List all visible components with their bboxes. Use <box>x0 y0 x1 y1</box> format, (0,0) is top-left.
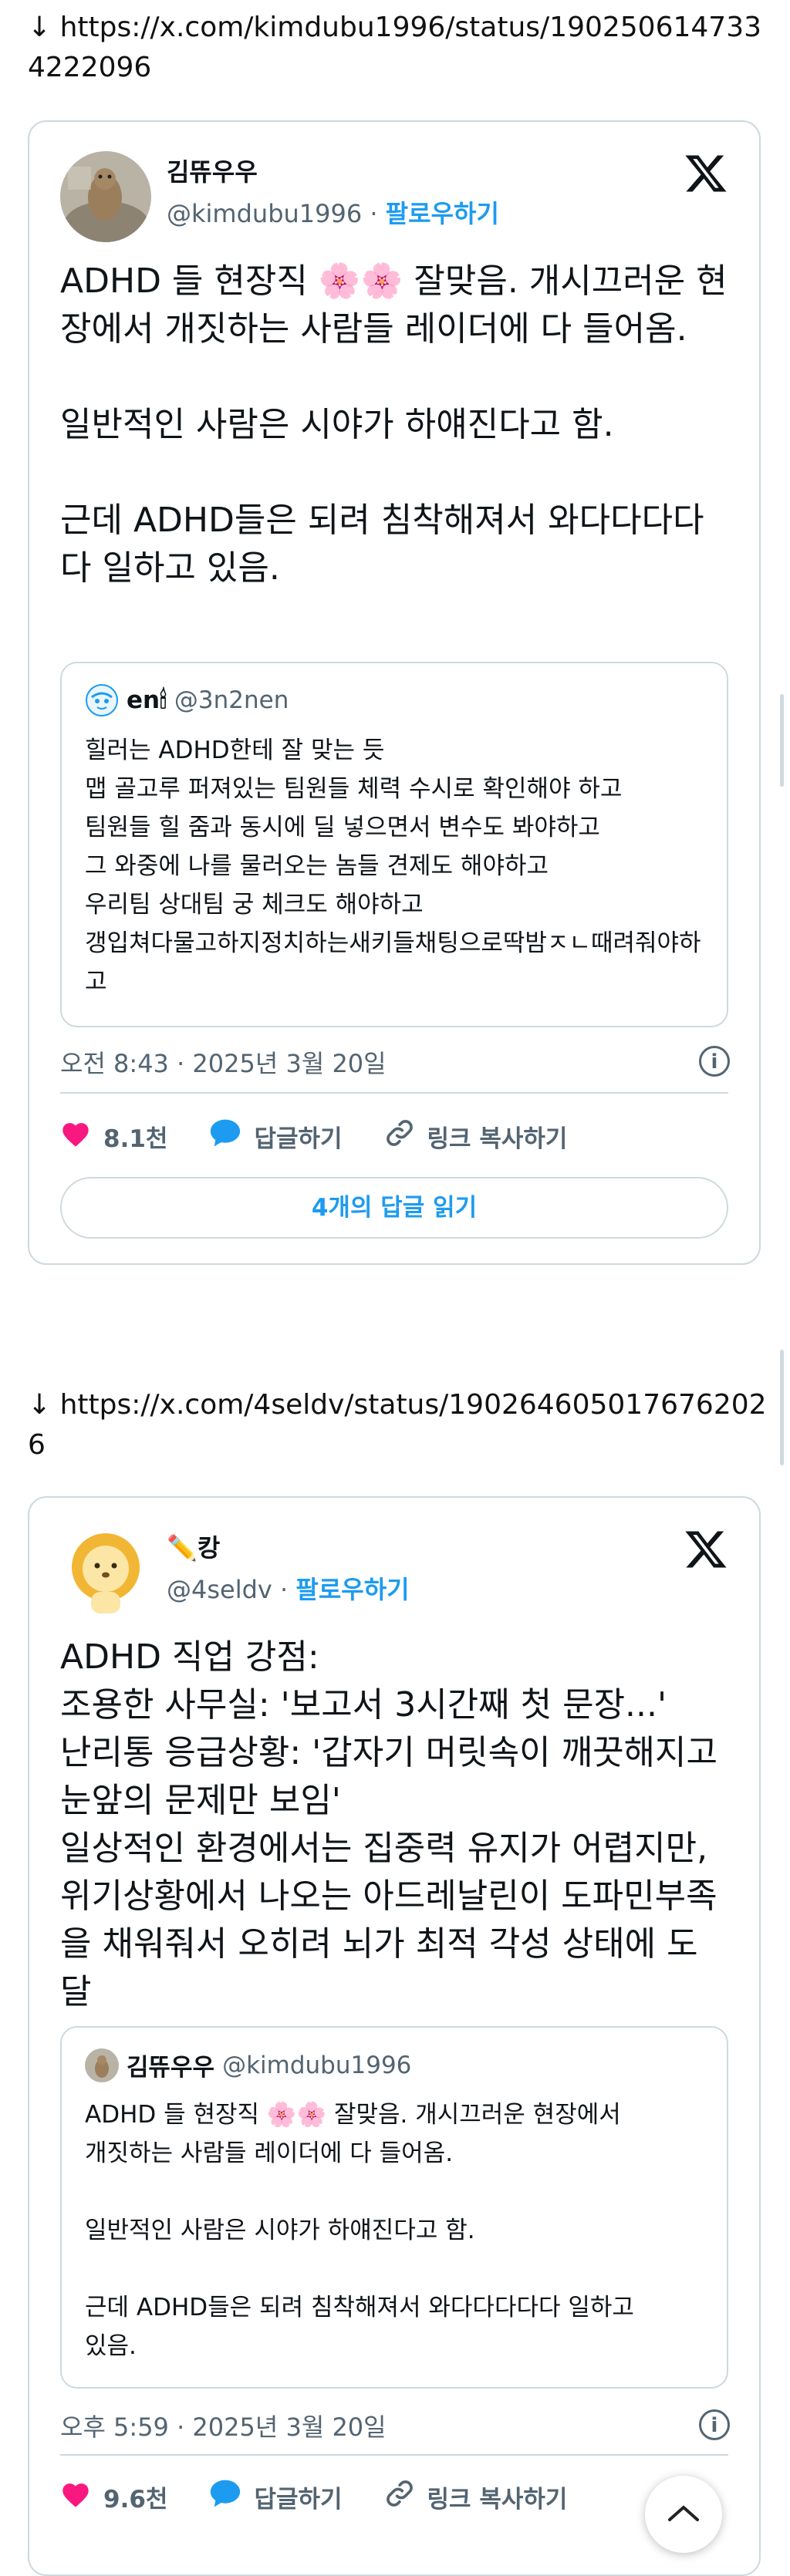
follow-button[interactable]: 팔로우하기 <box>386 199 499 228</box>
author-handle[interactable]: @kimdubu1996 <box>167 199 362 228</box>
action-bar: 9.6천 답글하기 링크 복사하기 <box>60 2477 728 2516</box>
author-handle-line: @4seldv · 팔로우하기 <box>167 1570 410 1606</box>
quote-tweet[interactable]: en🕯 @3n2nen 힐러는 ADHD한테 잘 맞는 듯 맵 골고루 퍼져있는… <box>60 662 728 1027</box>
tweet-text: ADHD 들 현장직 🌸🌸 잘맞음. 개시끄러운 현장에서 개짓하는 사람들 레… <box>60 261 728 588</box>
avatar[interactable] <box>60 151 151 242</box>
quote-author-name: 김뜌우우 <box>127 2054 215 2082</box>
x-logo-icon[interactable] <box>684 151 728 199</box>
quote-avatar <box>85 2048 119 2082</box>
divider <box>60 1092 728 1094</box>
copy-link-label: 링크 복사하기 <box>427 1124 568 1153</box>
quote-header: 김뜌우우 @kimdubu1996 <box>85 2048 411 2082</box>
reply-button[interactable]: 답글하기 <box>209 1118 343 1155</box>
separator-dot: · <box>280 1575 296 1604</box>
reply-button[interactable]: 답글하기 <box>209 2478 343 2515</box>
copy-link-button[interactable]: 링크 복사하기 <box>384 1118 568 1155</box>
link-icon <box>384 2478 415 2515</box>
speech-bubble-icon <box>209 1118 241 1155</box>
quote-header: en🕯 @3n2nen <box>85 683 289 717</box>
reply-label: 답글하기 <box>254 1124 343 1153</box>
tweet-text: ADHD 직업 강점: 조용한 사무실: '보고서 3시간째 첫 문장...' … <box>60 1637 717 2011</box>
author-handle[interactable]: @4seldv <box>167 1575 272 1604</box>
info-icon[interactable]: i <box>699 2409 730 2440</box>
avatar[interactable] <box>60 1527 151 1618</box>
scrollbar-thumb[interactable] <box>780 694 784 787</box>
copy-link-button[interactable]: 링크 복사하기 <box>384 2478 568 2515</box>
heart-icon <box>60 2479 91 2514</box>
separator-dot: · <box>370 199 386 228</box>
quote-author-name: en🕯 <box>127 686 167 714</box>
quote-avatar <box>85 683 119 717</box>
copy-link-label: 링크 복사하기 <box>427 2485 568 2514</box>
scroll-to-top-button[interactable] <box>645 2476 722 2553</box>
info-icon[interactable]: i <box>699 1046 730 1077</box>
heart-icon <box>60 1118 91 1154</box>
scrollbar-thumb[interactable] <box>780 1350 784 1465</box>
like-button[interactable]: 8.1천 <box>60 1118 167 1154</box>
like-count: 8.1천 <box>103 1124 168 1153</box>
quote-text: ADHD 들 현장직 🌸🌸 잘맞음. 개시끄러운 현장에서 개짓하는 사람들 레… <box>85 2101 634 2360</box>
author-handle-line: @kimdubu1996 · 팔로우하기 <box>167 194 499 230</box>
like-count: 9.6천 <box>103 2485 168 2514</box>
timestamp[interactable]: 오전 8:43 · 2025년 3월 20일 <box>60 1044 387 1080</box>
timestamp[interactable]: 오후 5:59 · 2025년 3월 20일 <box>60 2408 387 2443</box>
quote-text: 힐러는 ADHD한테 잘 맞는 듯 맵 골고루 퍼져있는 팀원들 체력 수시로 … <box>85 737 701 996</box>
author-name[interactable]: 김뜌우우 <box>167 153 258 188</box>
tweet-card-1: 김뜌우우 @kimdubu1996 · 팔로우하기 ADHD 들 현장직 🌸🌸 … <box>28 120 761 1265</box>
divider <box>60 2454 728 2456</box>
post-2-url[interactable]: ↓ https://x.com/4seldv/status/1902646050… <box>28 1385 768 1465</box>
action-bar: 8.1천 답글하기 링크 복사하기 <box>60 1117 728 1155</box>
chevron-up-icon <box>667 2501 701 2527</box>
link-icon <box>384 1118 415 1155</box>
quote-author-handle: @kimdubu1996 <box>222 2051 412 2079</box>
post-1-url[interactable]: ↓ https://x.com/kimdubu1996/status/19025… <box>28 8 768 88</box>
x-logo-icon[interactable] <box>684 1527 728 1575</box>
quote-tweet[interactable]: 김뜌우우 @kimdubu1996 ADHD 들 현장직 🌸🌸 잘맞음. 개시끄… <box>60 2026 728 2389</box>
author-name[interactable]: ✏️캉 <box>167 1529 220 1564</box>
speech-bubble-icon <box>209 2478 241 2515</box>
read-replies-button[interactable]: 4개의 답글 읽기 <box>60 1177 728 1239</box>
quote-author-handle: @3n2nen <box>174 686 289 714</box>
like-button[interactable]: 9.6천 <box>60 2479 167 2514</box>
reply-label: 답글하기 <box>254 2485 343 2514</box>
tweet-card-2: ✏️캉 @4seldv · 팔로우하기 ADHD 직업 강점: 조용한 사무실:… <box>28 1496 761 2576</box>
follow-button[interactable]: 팔로우하기 <box>295 1575 409 1604</box>
